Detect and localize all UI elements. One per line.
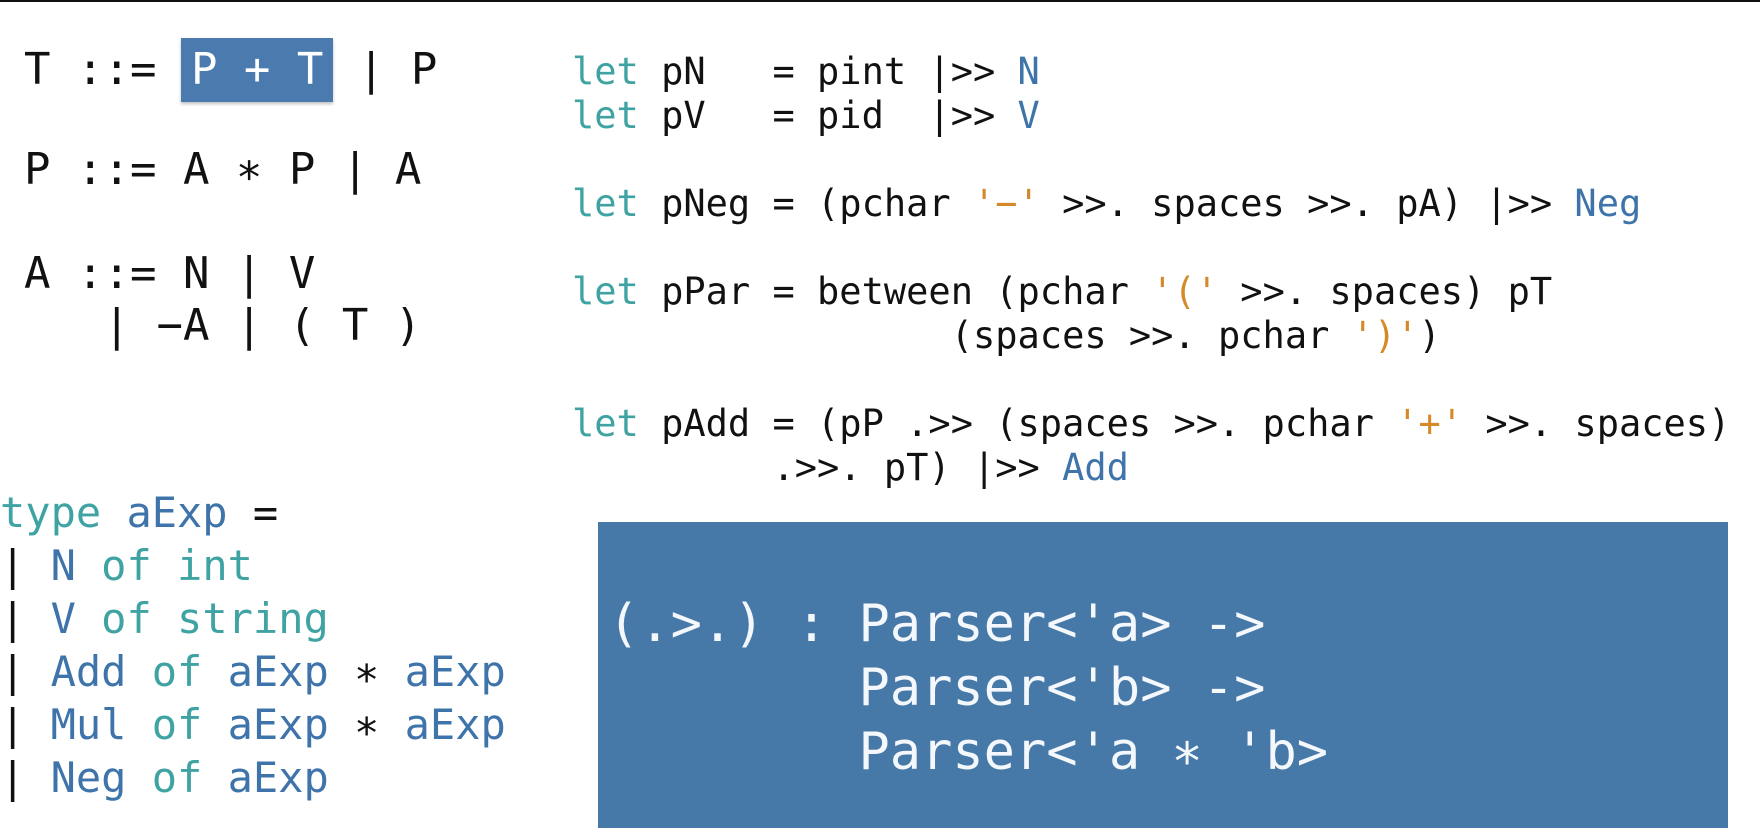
case-arg-type-2: aExp xyxy=(404,700,506,749)
highlighted-production: P + T xyxy=(180,38,334,102)
of-keyword: of xyxy=(101,541,152,590)
signature-line-2: Parser<'b> -> xyxy=(608,658,1266,718)
constructor-V: V xyxy=(1017,94,1040,137)
case-bar: | xyxy=(0,647,51,696)
tuple-star: ∗ xyxy=(328,647,405,696)
case-bar: | xyxy=(0,753,51,802)
case-arg-type: aExp xyxy=(227,753,329,802)
grammar-t-lhs: T ::= xyxy=(24,44,183,95)
char-literal-plus: '+' xyxy=(1396,402,1464,445)
let-keyword: let xyxy=(572,94,639,137)
type-case-Mul: | Mul of aExp ∗ aExp xyxy=(0,698,506,751)
code-text: .>>. pT) |>> xyxy=(572,446,1063,489)
code-text: pN = pint |>> xyxy=(638,50,1018,93)
char-literal-close-paren: ')' xyxy=(1351,314,1419,357)
tuple-star: ∗ xyxy=(328,700,405,749)
constructor-N: N xyxy=(1017,50,1040,93)
code-text: >>. spaces) pT xyxy=(1218,270,1553,313)
code-text: >>. spaces) xyxy=(1463,402,1731,445)
case-constructor: Neg xyxy=(50,753,127,802)
code-line-pN: let pN = pint |>> N xyxy=(572,50,1040,94)
code-text: >>. spaces >>. pA) |>> xyxy=(1039,182,1575,225)
case-arg-type: string xyxy=(177,594,329,643)
code-line-pV: let pV = pid |>> V xyxy=(572,94,1040,138)
signature-box: (.>.) : Parser<'a> -> Parser<'b> -> Pars… xyxy=(598,522,1728,828)
signature-line-3: Parser<'a ∗ 'b> xyxy=(608,722,1329,782)
code-line-pAdd-1: let pAdd = (pP .>> (spaces >>. pchar '+'… xyxy=(572,402,1730,446)
case-constructor: N xyxy=(50,541,76,590)
type-case-Add: | Add of aExp ∗ aExp xyxy=(0,645,506,698)
case-arg-type-2: aExp xyxy=(404,647,506,696)
case-bar: | xyxy=(0,700,51,749)
code-text: pV = pid |>> xyxy=(638,94,1018,137)
let-keyword: let xyxy=(572,270,639,313)
grammar-rule-p: P ::= A ∗ P | A xyxy=(24,144,422,195)
case-arg-type: aExp xyxy=(227,700,329,749)
of-keyword: of xyxy=(151,753,203,802)
code-line-pAdd-2: .>>. pT) |>> Add xyxy=(572,446,1129,490)
type-case-N: | N of int xyxy=(0,539,253,592)
case-constructor: Mul xyxy=(50,700,127,749)
case-arg-type: int xyxy=(177,541,253,590)
case-constructor: Add xyxy=(50,647,127,696)
constructor-Neg: Neg xyxy=(1574,182,1642,225)
case-bar: | xyxy=(0,594,51,643)
of-keyword: of xyxy=(151,647,203,696)
grammar-rule-t: T ::= P + T | P xyxy=(24,38,437,102)
grammar-rule-a-line2: | −A | ( T ) xyxy=(24,300,422,351)
type-case-Neg: | Neg of aExp xyxy=(0,751,329,804)
code-line-pPar-1: let pPar = between (pchar '(' >>. spaces… xyxy=(572,270,1552,314)
grammar-t-rest: | P xyxy=(331,44,438,95)
let-keyword: let xyxy=(572,182,639,225)
of-keyword: of xyxy=(101,594,152,643)
type-decl-header: type aExp = xyxy=(0,486,278,539)
case-bar: | xyxy=(0,541,51,590)
let-keyword: let xyxy=(572,402,639,445)
signature-line-1: (.>.) : Parser<'a> -> xyxy=(608,594,1266,654)
code-line-pPar-2: (spaces >>. pchar ')') xyxy=(572,314,1441,358)
char-literal-minus: '−' xyxy=(972,182,1040,225)
code-text: ) xyxy=(1418,314,1441,357)
let-keyword: let xyxy=(572,50,639,93)
code-text: pNeg = (pchar xyxy=(638,182,973,225)
code-text: pPar = between (pchar xyxy=(638,270,1152,313)
case-constructor: V xyxy=(50,594,76,643)
case-arg-type: aExp xyxy=(227,647,329,696)
code-line-pNeg: let pNeg = (pchar '−' >>. spaces >>. pA)… xyxy=(572,182,1641,226)
char-literal-open-paren: '(' xyxy=(1151,270,1219,313)
code-text: pAdd = (pP .>> (spaces >>. pchar xyxy=(638,402,1397,445)
type-keyword: type xyxy=(0,488,102,537)
code-text: (spaces >>. pchar xyxy=(572,314,1352,357)
signature-text: (.>.) : Parser<'a> -> Parser<'b> -> Pars… xyxy=(608,592,1328,784)
type-case-V: | V of string xyxy=(0,592,329,645)
grammar-rule-a-line1: A ::= N | V xyxy=(24,248,316,299)
type-equals: = xyxy=(227,488,279,537)
type-name: aExp xyxy=(101,488,228,537)
top-border xyxy=(0,0,1760,2)
constructor-Add: Add xyxy=(1062,446,1129,489)
of-keyword: of xyxy=(151,700,203,749)
